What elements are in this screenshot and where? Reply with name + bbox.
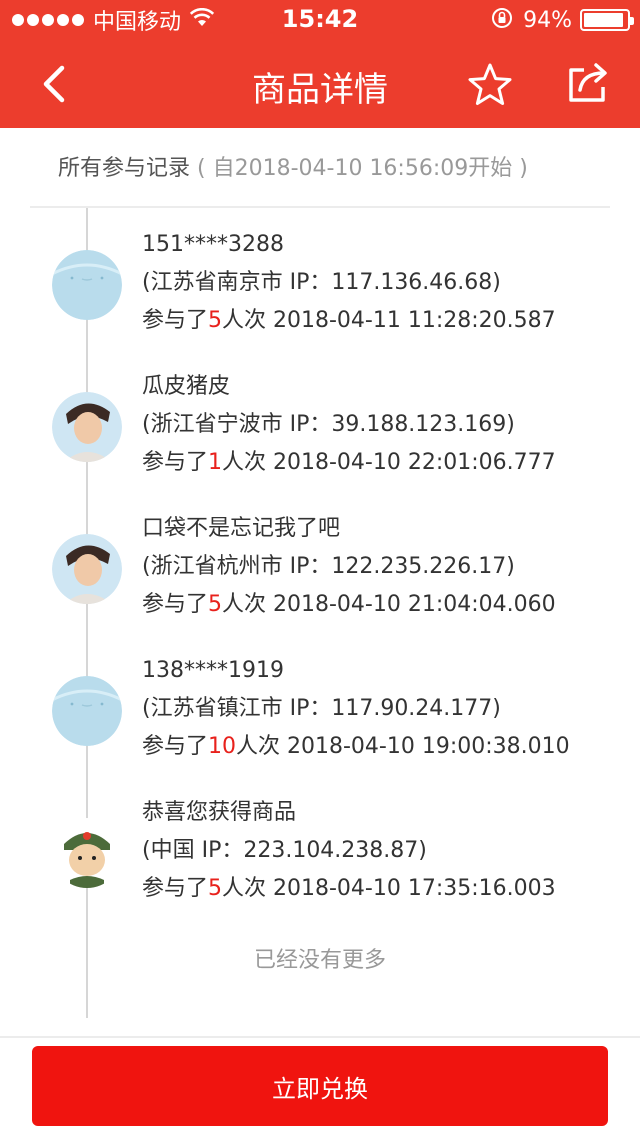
participation-prefix: 参与了 bbox=[142, 876, 209, 901]
participation-count: 10 bbox=[208, 734, 237, 759]
participation-prefix: 参与了 bbox=[142, 592, 209, 617]
record-user-name: 瓜皮猪皮 bbox=[142, 374, 231, 399]
record-item: 恭喜您获得商品 (中国 IP：223.104.238.87) 参与了5人次 2018… bbox=[0, 794, 640, 934]
participation-time: 人次 2018-04-10 21:04:04.060 bbox=[222, 592, 556, 617]
battery-tip bbox=[630, 17, 634, 25]
record-participation: 参与了5人次 2018-04-10 17:35:16.003 bbox=[142, 870, 556, 908]
participation-prefix: 参与了 bbox=[142, 308, 209, 333]
participation-count: 5 bbox=[208, 876, 223, 901]
record-item: 瓜皮猪皮 (浙江省宁波市 IP：39.188.123.169) 参与了1人次 201… bbox=[0, 368, 640, 508]
record-item: 口袋不是忘记我了吧 (浙江省杭州市 IP：122.235.226.17) 参与了5人… bbox=[0, 510, 640, 650]
records-since: ( 自2018-04-10 16:56:09开始 ) bbox=[197, 156, 528, 181]
record-text: 瓜皮猪皮 (浙江省宁波市 IP：39.188.123.169) 参与了1人次 201… bbox=[142, 368, 556, 482]
status-right: 94% bbox=[491, 7, 634, 33]
record-item: 151****3288 (江苏省南京市 IP：117.136.46.68) 参与了5… bbox=[0, 226, 640, 366]
record-item: 138****1919 (江苏省镇江市 IP：117.90.24.177) 参与了1… bbox=[0, 652, 640, 792]
record-participation: 参与了1人次 2018-04-10 22:01:06.777 bbox=[142, 444, 556, 482]
participation-count: 1 bbox=[208, 450, 223, 475]
participation-time: 人次 2018-04-10 19:00:38.010 bbox=[236, 734, 570, 759]
participation-time: 人次 2018-04-11 11:28:20.587 bbox=[222, 308, 556, 333]
participation-time: 人次 2018-04-10 22:01:06.777 bbox=[222, 450, 556, 475]
record-location: (江苏省南京市 IP：117.136.46.68) bbox=[142, 270, 501, 295]
battery-percent: 94% bbox=[523, 7, 572, 33]
record-user-name: 口袋不是忘记我了吧 bbox=[142, 516, 341, 541]
no-more-text: 已经没有更多 bbox=[253, 948, 386, 973]
participation-count: 5 bbox=[208, 308, 223, 333]
record-participation: 参与了5人次 2018-04-10 21:04:04.060 bbox=[142, 586, 556, 624]
status-bar: 中国移动 15:42 94% bbox=[0, 0, 640, 40]
record-location: (浙江省杭州市 IP：122.235.226.17) bbox=[142, 554, 515, 579]
battery-level bbox=[584, 13, 623, 27]
nav-bar: 商品详情 bbox=[0, 40, 640, 128]
participation-count: 5 bbox=[208, 592, 223, 617]
record-text: 151****3288 (江苏省南京市 IP：117.136.46.68) 参与了5… bbox=[142, 226, 556, 340]
battery-icon bbox=[580, 9, 634, 31]
record-location: (中国 IP：223.104.238.87) bbox=[142, 838, 427, 863]
header-bar: 中国移动 15:42 94% 商品详情 bbox=[0, 0, 640, 128]
record-user-name: 151****3288 bbox=[142, 232, 284, 257]
avatar[interactable] bbox=[52, 250, 122, 320]
avatar[interactable] bbox=[52, 534, 122, 604]
record-user-name: 恭喜您获得商品 bbox=[142, 800, 297, 825]
participation-prefix: 参与了 bbox=[142, 734, 209, 759]
record-participation: 参与了5人次 2018-04-11 11:28:20.587 bbox=[142, 302, 556, 340]
record-text: 恭喜您获得商品 (中国 IP：223.104.238.87) 参与了5人次 2018… bbox=[142, 794, 556, 908]
participation-prefix: 参与了 bbox=[142, 450, 209, 475]
avatar[interactable] bbox=[52, 818, 122, 888]
share-icon bbox=[569, 63, 607, 102]
redeem-button[interactable]: 立即兑换 bbox=[32, 1046, 608, 1126]
record-location: (浙江省宁波市 IP：39.188.123.169) bbox=[142, 412, 515, 437]
record-participation: 参与了10人次 2018-04-10 19:00:38.010 bbox=[142, 728, 570, 766]
star-icon bbox=[468, 63, 512, 105]
records-header: 所有参与记录 ( 自2018-04-10 16:56:09开始 ) bbox=[58, 150, 528, 182]
divider bbox=[30, 206, 610, 208]
record-location: (江苏省镇江市 IP：117.90.24.177) bbox=[142, 696, 501, 721]
records-title: 所有参与记录 bbox=[58, 156, 191, 181]
rotation-lock-icon bbox=[491, 7, 513, 33]
participation-time: 人次 2018-04-10 17:35:16.003 bbox=[222, 876, 556, 901]
share-button[interactable] bbox=[562, 58, 614, 110]
record-user-name: 138****1919 bbox=[142, 658, 284, 683]
favorite-button[interactable] bbox=[464, 60, 516, 112]
avatar[interactable] bbox=[52, 392, 122, 462]
avatar[interactable] bbox=[52, 676, 122, 746]
record-text: 口袋不是忘记我了吧 (浙江省杭州市 IP：122.235.226.17) 参与了5人… bbox=[142, 510, 556, 624]
record-text: 138****1919 (江苏省镇江市 IP：117.90.24.177) 参与了1… bbox=[142, 652, 570, 766]
divider bbox=[0, 1036, 640, 1038]
page-title: 商品详情 bbox=[252, 70, 388, 110]
